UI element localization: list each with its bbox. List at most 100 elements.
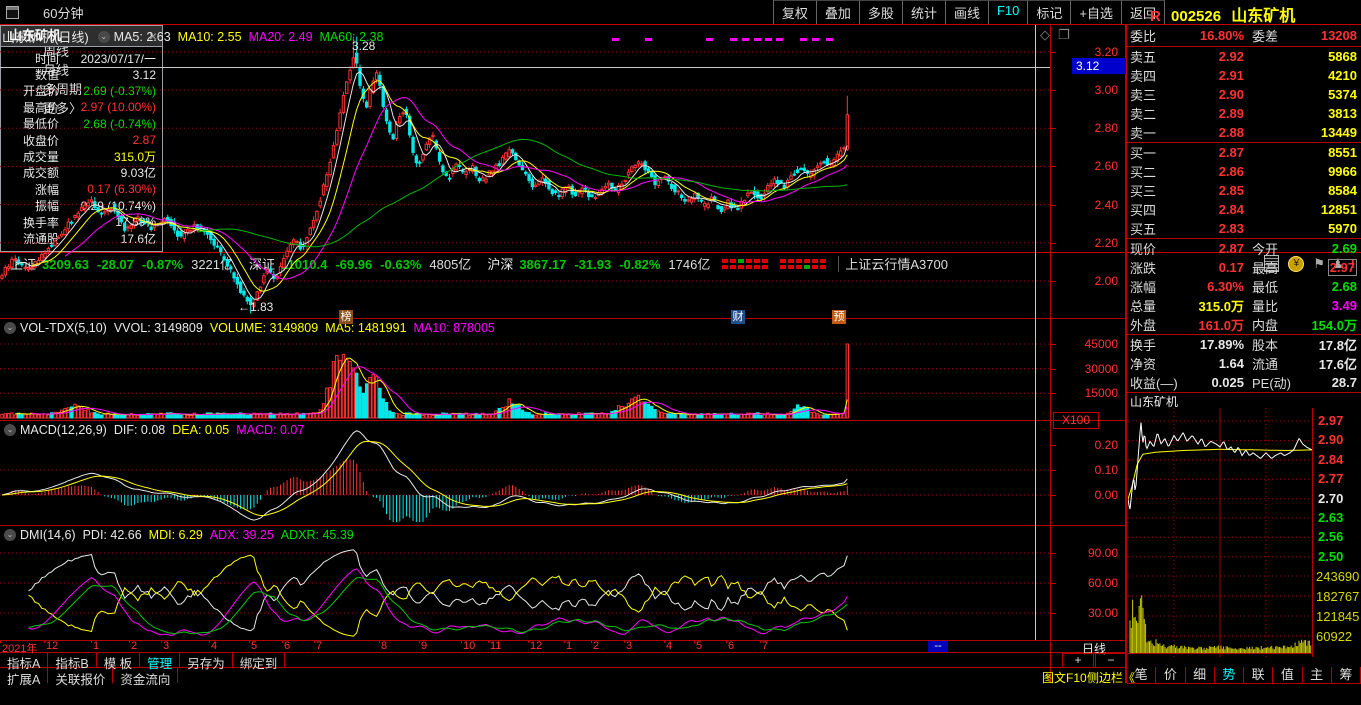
tab-指标A[interactable]: 指标A [0, 652, 49, 671]
tab-资金流向[interactable]: 资金流向 [113, 668, 179, 687]
quote-tab-笔[interactable]: 笔 [1127, 667, 1157, 683]
stat-cell: 涨跌 [1130, 261, 1157, 276]
menu-item-统计[interactable]: 统计 [902, 0, 946, 24]
legend-item: DIF: 0.08 [113, 423, 166, 437]
menu-item-画线[interactable]: 画线 [945, 0, 989, 24]
stat-cell: 2.68 [1331, 279, 1357, 294]
tab-另存为[interactable]: 另存为 [180, 652, 233, 671]
zoom-out-button[interactable]: − [1095, 653, 1127, 668]
signal-mark [765, 38, 772, 41]
stat-cell: 17.8亿 [1308, 335, 1361, 354]
intraday-price-chart[interactable] [1128, 408, 1312, 560]
mini-price-tick: 2.97 [1318, 413, 1344, 428]
bid-row[interactable]: 买三 2.85 8584 [1127, 181, 1361, 200]
window-icon[interactable] [6, 5, 19, 19]
legend-item: MACD: 0.07 [236, 423, 305, 437]
bid-row[interactable]: 买二 2.86 9966 [1127, 162, 1361, 181]
level-volume: 8551 [1328, 145, 1357, 160]
macd-indicator-name: MACD(12,26,9) [20, 423, 107, 437]
tab-绑定到[interactable]: 绑定到 [233, 652, 286, 671]
axis-tick-label: 2.40 [1094, 197, 1118, 212]
event-badge-财[interactable]: 财 [731, 310, 745, 324]
tab-关联报价[interactable]: 关联报价 [48, 668, 114, 687]
bid-row[interactable]: 买五 2.83 5970 [1127, 219, 1361, 238]
stat-cell: 17.6亿 [1308, 354, 1361, 373]
level-label: 卖三 [1130, 88, 1157, 103]
quote-tab-值[interactable]: 值 [1273, 667, 1303, 683]
bid-row[interactable]: 买四 2.84 12851 [1127, 200, 1361, 219]
stat-cell: 17.8亿 [1318, 338, 1357, 353]
daily-candlestick-chart[interactable] [0, 25, 1050, 318]
quote-tab-价[interactable]: 价 [1156, 667, 1186, 683]
menu-item-标记[interactable]: 标记 [1028, 0, 1072, 24]
stat-cell: 2.87 [1218, 241, 1244, 256]
quote-tab-细[interactable]: 细 [1186, 667, 1215, 683]
zoom-in-button[interactable]: + [1062, 653, 1094, 668]
stat-cell: 外盘 [1130, 318, 1157, 333]
stat-cell: 3.49 [1308, 298, 1361, 313]
ask-row[interactable]: 卖四 2.91 4210 [1127, 66, 1361, 85]
dmi-pane[interactable] [0, 525, 1050, 640]
level-price: 2.86 [1218, 164, 1244, 179]
quote-tab-势[interactable]: 势 [1215, 667, 1244, 683]
mini-vol-tick: 182767 [1316, 589, 1360, 604]
axis-tick-label: 2.60 [1094, 159, 1118, 174]
quote-tab-筹[interactable]: 筹 [1332, 667, 1361, 683]
tab-扩展A[interactable]: 扩展A [0, 668, 49, 687]
ask-row[interactable]: 卖二 2.89 3813 [1127, 104, 1361, 123]
bid-row[interactable]: 买一 2.87 8551 [1127, 143, 1361, 162]
event-badge-榜[interactable]: 榜 [339, 310, 353, 324]
collapse-icon[interactable]: ⌄ [4, 529, 16, 541]
ask-row[interactable]: 卖五 2.92 5868 [1127, 47, 1361, 66]
stat-cell: 17.6亿 [1318, 357, 1357, 372]
collapse-icon[interactable]: ⌄ [4, 322, 16, 334]
ask-row[interactable]: 卖三 2.90 5374 [1127, 85, 1361, 104]
crosshair-price-label: 3.12 [1072, 58, 1126, 74]
stat-row: 收益(—) 0.025 PE(动) 28.7 [1127, 373, 1361, 392]
stat-cell: 今开 [1252, 242, 1279, 257]
stat-cell: 154.0万 [1311, 318, 1357, 333]
tab-管理[interactable]: 管理 [140, 652, 181, 671]
collapse-icon[interactable]: ⌄ [97, 30, 110, 43]
tab-指标B[interactable]: 指标B [48, 652, 97, 671]
signal-mark [612, 38, 619, 41]
menu-item-+自选[interactable]: +自选 [1071, 0, 1122, 24]
quote-tab-主[interactable]: 主 [1303, 667, 1332, 683]
event-badge-预[interactable]: 预 [832, 310, 846, 324]
stat-cell: 净资 [1130, 357, 1157, 372]
menu-item-叠加[interactable]: 叠加 [816, 0, 860, 24]
time-axis-label: 1 [93, 640, 100, 652]
main-chart-header: 山东矿机(日线) ⌄ MA5: 2.63 MA10: 2.55 MA20: 2.49… [2, 27, 390, 46]
level-price: 2.87 [1218, 145, 1244, 160]
stat-cell: 161.0万 [1198, 318, 1244, 333]
stat-cell: PE(动) [1252, 376, 1292, 391]
signal-mark [754, 38, 761, 41]
f10-button[interactable]: 图文F10 [1042, 669, 1087, 686]
weibi-value: 16.80% [1199, 28, 1244, 43]
legend-item: MA20: 2.49 [248, 29, 313, 44]
tab-模 板[interactable]: 模 板 [97, 652, 141, 671]
mini-vol-tick: 60922 [1316, 629, 1353, 644]
panel-layout-icon[interactable]: ❐ [1058, 27, 1070, 43]
axis-divider [1050, 25, 1051, 683]
stat-cell: 最高 [1252, 261, 1279, 276]
quote-tab-联[interactable]: 联 [1244, 667, 1274, 683]
stat-cell: 流通 [1252, 357, 1279, 372]
collapse-icon[interactable]: ⌄ [4, 424, 16, 436]
axis-tick-label: 60.00 [1087, 576, 1118, 590]
mini-price-tick: 2.63 [1318, 510, 1344, 525]
menu-item-F10[interactable]: F10 [988, 0, 1029, 24]
level-volume: 12851 [1320, 202, 1357, 217]
stat-cell: 2.97 [1308, 259, 1361, 276]
stock-badge: R 002526 山东矿机 [1150, 2, 1295, 26]
diamond-icon[interactable]: ◇ [1040, 27, 1050, 43]
intraday-volume-chart[interactable] [1128, 560, 1312, 657]
menu-item-60分钟[interactable]: 60分钟 [33, 3, 93, 22]
ask-row[interactable]: 卖一 2.88 13449 [1127, 123, 1361, 142]
stat-cell: 股本 [1252, 338, 1279, 353]
volume-unit-label: X100 [1053, 412, 1099, 429]
menu-item-多股[interactable]: 多股 [859, 0, 903, 24]
high-price-annotation: 3.28 [352, 39, 376, 53]
level-label: 买一 [1130, 146, 1157, 161]
menu-item-复权[interactable]: 复权 [773, 0, 817, 24]
